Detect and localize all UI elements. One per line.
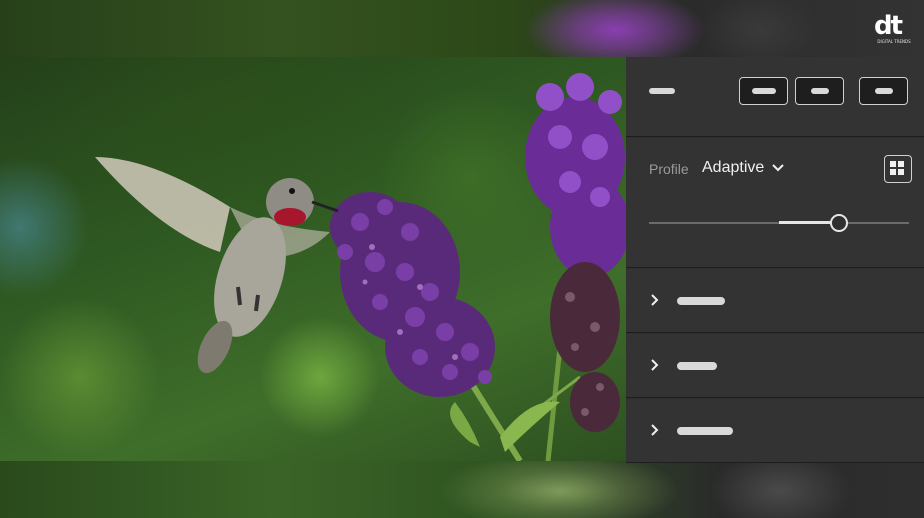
toolbar-button-2[interactable] bbox=[795, 77, 844, 105]
toolbar-button-3-label-placeholder bbox=[875, 88, 893, 94]
blurred-background-top bbox=[0, 0, 924, 57]
chevron-right-icon bbox=[651, 294, 659, 306]
accordion-2-label-placeholder bbox=[677, 362, 717, 370]
chevron-right-icon bbox=[651, 424, 659, 436]
edit-panel: Profile Adaptive bbox=[626, 57, 924, 463]
panel-header bbox=[626, 57, 924, 137]
toolbar-button-1[interactable] bbox=[739, 77, 788, 105]
grid-icon bbox=[890, 161, 904, 175]
profile-label: Profile bbox=[649, 161, 689, 177]
toolbar-button-1-label-placeholder bbox=[752, 88, 776, 94]
blurred-background-bottom bbox=[0, 461, 924, 518]
brand-logo: dt DIGITAL TRENDS bbox=[874, 11, 914, 48]
photo-preview[interactable] bbox=[0, 57, 626, 461]
profile-section bbox=[626, 138, 924, 268]
profile-dropdown[interactable]: Adaptive bbox=[702, 159, 764, 177]
accordion-section-2[interactable] bbox=[626, 334, 924, 398]
profile-browser-button[interactable] bbox=[884, 155, 912, 183]
logo-tagline: DIGITAL TRENDS bbox=[877, 39, 911, 44]
accordion-1-label-placeholder bbox=[677, 297, 725, 305]
logo-mark: dt bbox=[874, 11, 903, 41]
chevron-down-icon[interactable] bbox=[772, 163, 784, 173]
panel-title-placeholder bbox=[649, 88, 675, 94]
accordion-section-3[interactable] bbox=[626, 399, 924, 463]
toolbar-button-2-label-placeholder bbox=[811, 88, 829, 94]
profile-amount-slider-thumb[interactable] bbox=[829, 214, 848, 232]
chevron-right-icon bbox=[651, 359, 659, 371]
accordion-section-1[interactable] bbox=[626, 269, 924, 333]
hummingbird-flower-image bbox=[95, 73, 626, 461]
toolbar-button-3[interactable] bbox=[859, 77, 908, 105]
accordion-3-label-placeholder bbox=[677, 427, 733, 435]
